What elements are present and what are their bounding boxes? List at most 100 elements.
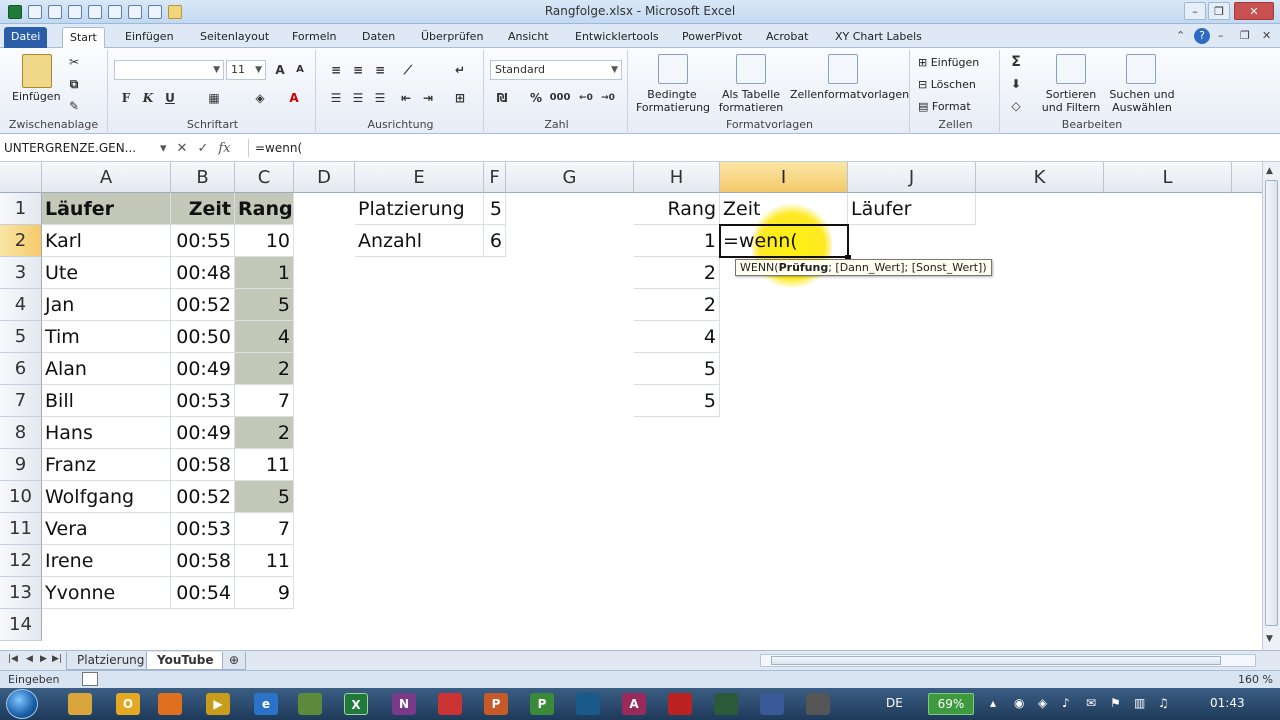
- thousands-button[interactable]: 000: [548, 90, 572, 106]
- tooltip-arg-current[interactable]: Prüfung: [779, 261, 829, 274]
- column-header-partial[interactable]: [1232, 162, 1262, 193]
- font-color-icon[interactable]: A: [286, 90, 302, 106]
- fill-color-icon[interactable]: ◈: [252, 90, 268, 106]
- cell-C3[interactable]: 1: [235, 257, 294, 289]
- cell-C8[interactable]: 2: [235, 417, 294, 449]
- cell-B7[interactable]: 00:53: [171, 385, 235, 417]
- tab-review[interactable]: Überprüfen: [414, 27, 490, 48]
- tray-icon[interactable]: ◉: [1014, 696, 1024, 710]
- font-name-dropdown[interactable]: ▼: [114, 60, 224, 80]
- app-icon[interactable]: [298, 693, 322, 715]
- cell-A10[interactable]: Wolfgang: [42, 481, 171, 513]
- row-header[interactable]: 6: [0, 353, 42, 385]
- tab-powerpivot[interactable]: PowerPivot: [675, 27, 749, 48]
- cell-E2[interactable]: Anzahl: [355, 225, 484, 257]
- language-indicator[interactable]: DE: [886, 696, 903, 710]
- cell-A9[interactable]: Franz: [42, 449, 171, 481]
- column-header[interactable]: A: [42, 162, 171, 193]
- formula-input[interactable]: =wenn(: [248, 139, 1268, 157]
- name-box[interactable]: UNTERGRENZE.GEN...: [4, 139, 156, 157]
- tray-icon[interactable]: ⚑: [1110, 696, 1121, 710]
- cell-B10[interactable]: 00:52: [171, 481, 235, 513]
- increase-indent-icon[interactable]: ⇥: [420, 90, 436, 106]
- italic-button[interactable]: K: [140, 90, 156, 106]
- increase-decimal-icon[interactable]: ←0: [578, 90, 594, 106]
- cell-H1[interactable]: Rang: [634, 193, 720, 225]
- access-icon[interactable]: A: [622, 693, 646, 715]
- format-as-table-button[interactable]: Als Tabelle formatieren: [716, 88, 786, 114]
- cut-icon[interactable]: ✂: [66, 54, 82, 70]
- help-icon[interactable]: ?: [1194, 28, 1210, 44]
- tab-xy-chart-labels[interactable]: XY Chart Labels: [828, 27, 929, 48]
- autosum-icon[interactable]: Σ: [1008, 54, 1024, 70]
- cell-C6[interactable]: 2: [235, 353, 294, 385]
- cell-B5[interactable]: 00:50: [171, 321, 235, 353]
- align-right-icon[interactable]: ☰: [372, 90, 388, 106]
- column-header[interactable]: F: [484, 162, 506, 193]
- row-header[interactable]: 12: [0, 545, 42, 577]
- first-sheet-icon[interactable]: |◀: [8, 654, 18, 664]
- tray-icon[interactable]: ▴: [990, 696, 996, 710]
- sheet-tab-youtube[interactable]: YouTube: [146, 652, 225, 670]
- cell-A8[interactable]: Hans: [42, 417, 171, 449]
- prev-sheet-icon[interactable]: ◀: [26, 654, 33, 664]
- enter-icon[interactable]: ✓: [197, 141, 208, 156]
- format-cells-button[interactable]: ▤ Format: [918, 100, 971, 113]
- zoom-level[interactable]: 160 %: [1238, 671, 1273, 688]
- cell-H2[interactable]: 1: [634, 225, 720, 257]
- app-icon[interactable]: [714, 693, 738, 715]
- tab-insert[interactable]: Einfügen: [118, 27, 181, 48]
- sort-filter-button[interactable]: Sortieren und Filtern: [1038, 88, 1104, 114]
- number-format-dropdown[interactable]: Standard ▼: [490, 60, 622, 80]
- column-header[interactable]: D: [294, 162, 355, 193]
- workbook-minimize-icon[interactable]: –: [1218, 29, 1224, 42]
- cell-B2[interactable]: 00:55: [171, 225, 235, 257]
- insert-cells-button[interactable]: ⊞ Einfügen: [918, 56, 979, 69]
- cell-B13[interactable]: 00:54: [171, 577, 235, 609]
- cell-F2[interactable]: 6: [484, 225, 506, 257]
- scroll-up-icon[interactable]: ▲: [1266, 166, 1273, 176]
- row-header[interactable]: 8: [0, 417, 42, 449]
- paste-icon[interactable]: [22, 54, 52, 88]
- row-header[interactable]: 14: [0, 609, 42, 641]
- column-header[interactable]: E: [355, 162, 484, 193]
- cell-B12[interactable]: 00:58: [171, 545, 235, 577]
- column-header[interactable]: K: [976, 162, 1104, 193]
- cell-styles-icon[interactable]: [828, 54, 858, 84]
- find-select-icon[interactable]: [1126, 54, 1156, 84]
- cell-A2[interactable]: Karl: [42, 225, 171, 257]
- bold-button[interactable]: F: [118, 90, 134, 106]
- onenote-icon[interactable]: N: [392, 693, 416, 715]
- tab-file[interactable]: Datei: [4, 27, 48, 48]
- cell-H3[interactable]: 2: [634, 257, 720, 289]
- powerpoint-icon[interactable]: P: [484, 693, 508, 715]
- copy-icon[interactable]: ⧉: [66, 76, 82, 92]
- cell-H6[interactable]: 5: [634, 353, 720, 385]
- align-top-icon[interactable]: ≡: [328, 62, 344, 78]
- grow-font-icon[interactable]: A: [272, 62, 288, 78]
- currency-icon[interactable]: ₪: [494, 90, 510, 106]
- tray-icon[interactable]: ♪: [1062, 696, 1070, 710]
- underline-button[interactable]: U: [162, 90, 178, 106]
- clear-icon[interactable]: ◇: [1008, 98, 1024, 114]
- cell-C10[interactable]: 5: [235, 481, 294, 513]
- column-header-selected[interactable]: I: [720, 162, 848, 193]
- app-icon[interactable]: [576, 693, 600, 715]
- conditional-formatting-icon[interactable]: [658, 54, 688, 84]
- cell-C4[interactable]: 5: [235, 289, 294, 321]
- sheet-tab-platzierung[interactable]: Platzierung: [66, 652, 156, 670]
- internet-explorer-icon[interactable]: e: [254, 693, 278, 715]
- app-icon[interactable]: [668, 693, 692, 715]
- find-select-button[interactable]: Suchen und Auswählen: [1106, 88, 1178, 114]
- minimize-button[interactable]: –: [1184, 2, 1206, 20]
- column-header[interactable]: B: [171, 162, 235, 193]
- row-header[interactable]: 13: [0, 577, 42, 609]
- align-bottom-icon[interactable]: ≡: [372, 62, 388, 78]
- tab-view[interactable]: Ansicht: [501, 27, 556, 48]
- workbook-restore-icon[interactable]: ❐: [1240, 29, 1250, 42]
- media-icon[interactable]: ▶: [206, 693, 230, 715]
- cell-E1[interactable]: Platzierung: [355, 193, 484, 225]
- delete-cells-button[interactable]: ⊟ Löschen: [918, 78, 976, 91]
- insert-function-button[interactable]: fx: [218, 141, 230, 156]
- app-icon[interactable]: [806, 693, 830, 715]
